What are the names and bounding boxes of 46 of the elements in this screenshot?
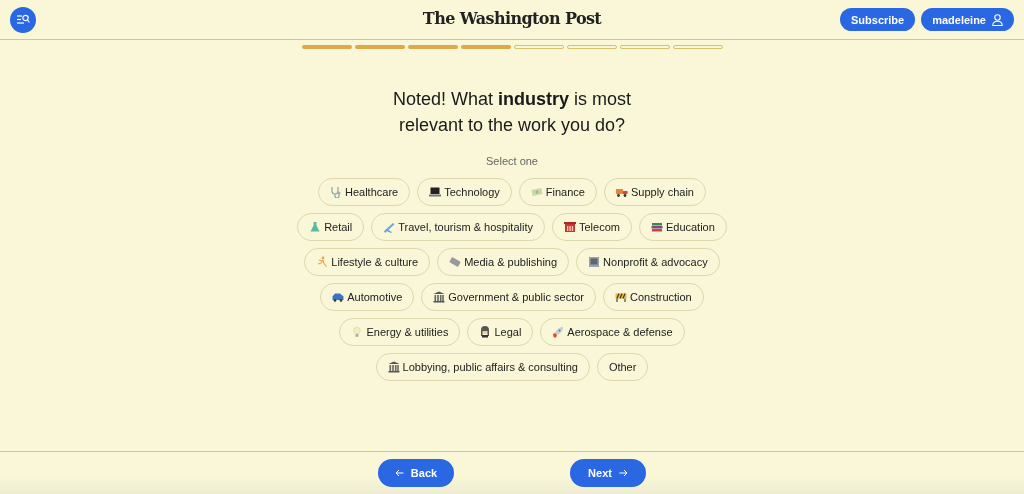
option-chip[interactable]: Healthcare — [318, 178, 411, 206]
barrier-icon — [615, 291, 627, 303]
user-icon — [992, 13, 1003, 26]
subscribe-button[interactable]: Subscribe — [840, 8, 916, 31]
option-chip[interactable]: Finance — [518, 178, 597, 206]
option-chip[interactable]: Legal — [467, 318, 534, 346]
option-chip[interactable]: Automotive — [320, 283, 415, 311]
option-chip[interactable]: Supply chain — [604, 178, 706, 206]
option-chip[interactable]: Telecom — [551, 213, 632, 241]
menu-button[interactable] — [10, 6, 36, 33]
option-chip[interactable]: Lobbying, public affairs & consulting — [375, 353, 590, 381]
truck-icon — [616, 186, 628, 198]
option-chip[interactable]: Retail — [297, 213, 365, 241]
flask-icon — [309, 221, 322, 233]
columns-icon — [387, 361, 400, 373]
option-chip[interactable]: Lifestyle & culture — [304, 248, 431, 276]
option-chip[interactable]: Education — [638, 213, 727, 241]
option-chip[interactable]: Other — [596, 353, 649, 381]
option-chip[interactable]: Media & publishing — [437, 248, 570, 276]
back-button[interactable]: Back — [378, 459, 454, 487]
option-chip[interactable]: Travel, tourism & hospitality — [371, 213, 545, 241]
money-icon — [530, 186, 543, 198]
hint-text: Select one — [486, 155, 538, 167]
columns-icon — [433, 291, 446, 303]
building-icon — [563, 221, 576, 233]
office-building-icon — [588, 256, 601, 268]
books-icon — [650, 221, 663, 233]
option-chip[interactable]: Construction — [603, 283, 704, 311]
stethoscope-icon — [330, 186, 342, 198]
next-button[interactable]: Next — [570, 459, 646, 487]
account-button[interactable]: madeleine — [921, 8, 1014, 31]
option-chip[interactable]: Aerospace & defense — [540, 318, 685, 346]
logo[interactable]: The Washington Post — [422, 9, 602, 28]
rocket-icon — [552, 326, 565, 338]
menu-search-icon — [16, 14, 30, 25]
arrow-right-icon — [618, 469, 628, 477]
option-chip[interactable]: Technology — [417, 178, 512, 206]
option-chip[interactable]: Energy & utilities — [339, 318, 461, 346]
option-chip[interactable]: Government & public sector — [421, 283, 596, 311]
light-bulb-icon — [351, 326, 364, 338]
option-chip[interactable]: Nonprofit & advocacy — [576, 248, 720, 276]
laptop-icon — [429, 186, 442, 198]
car-icon — [332, 291, 345, 303]
dancer-icon — [316, 256, 329, 268]
question-heading: Noted! What industry is most relevant to the work you do? — [391, 88, 633, 137]
arrow-left-icon — [394, 469, 404, 477]
